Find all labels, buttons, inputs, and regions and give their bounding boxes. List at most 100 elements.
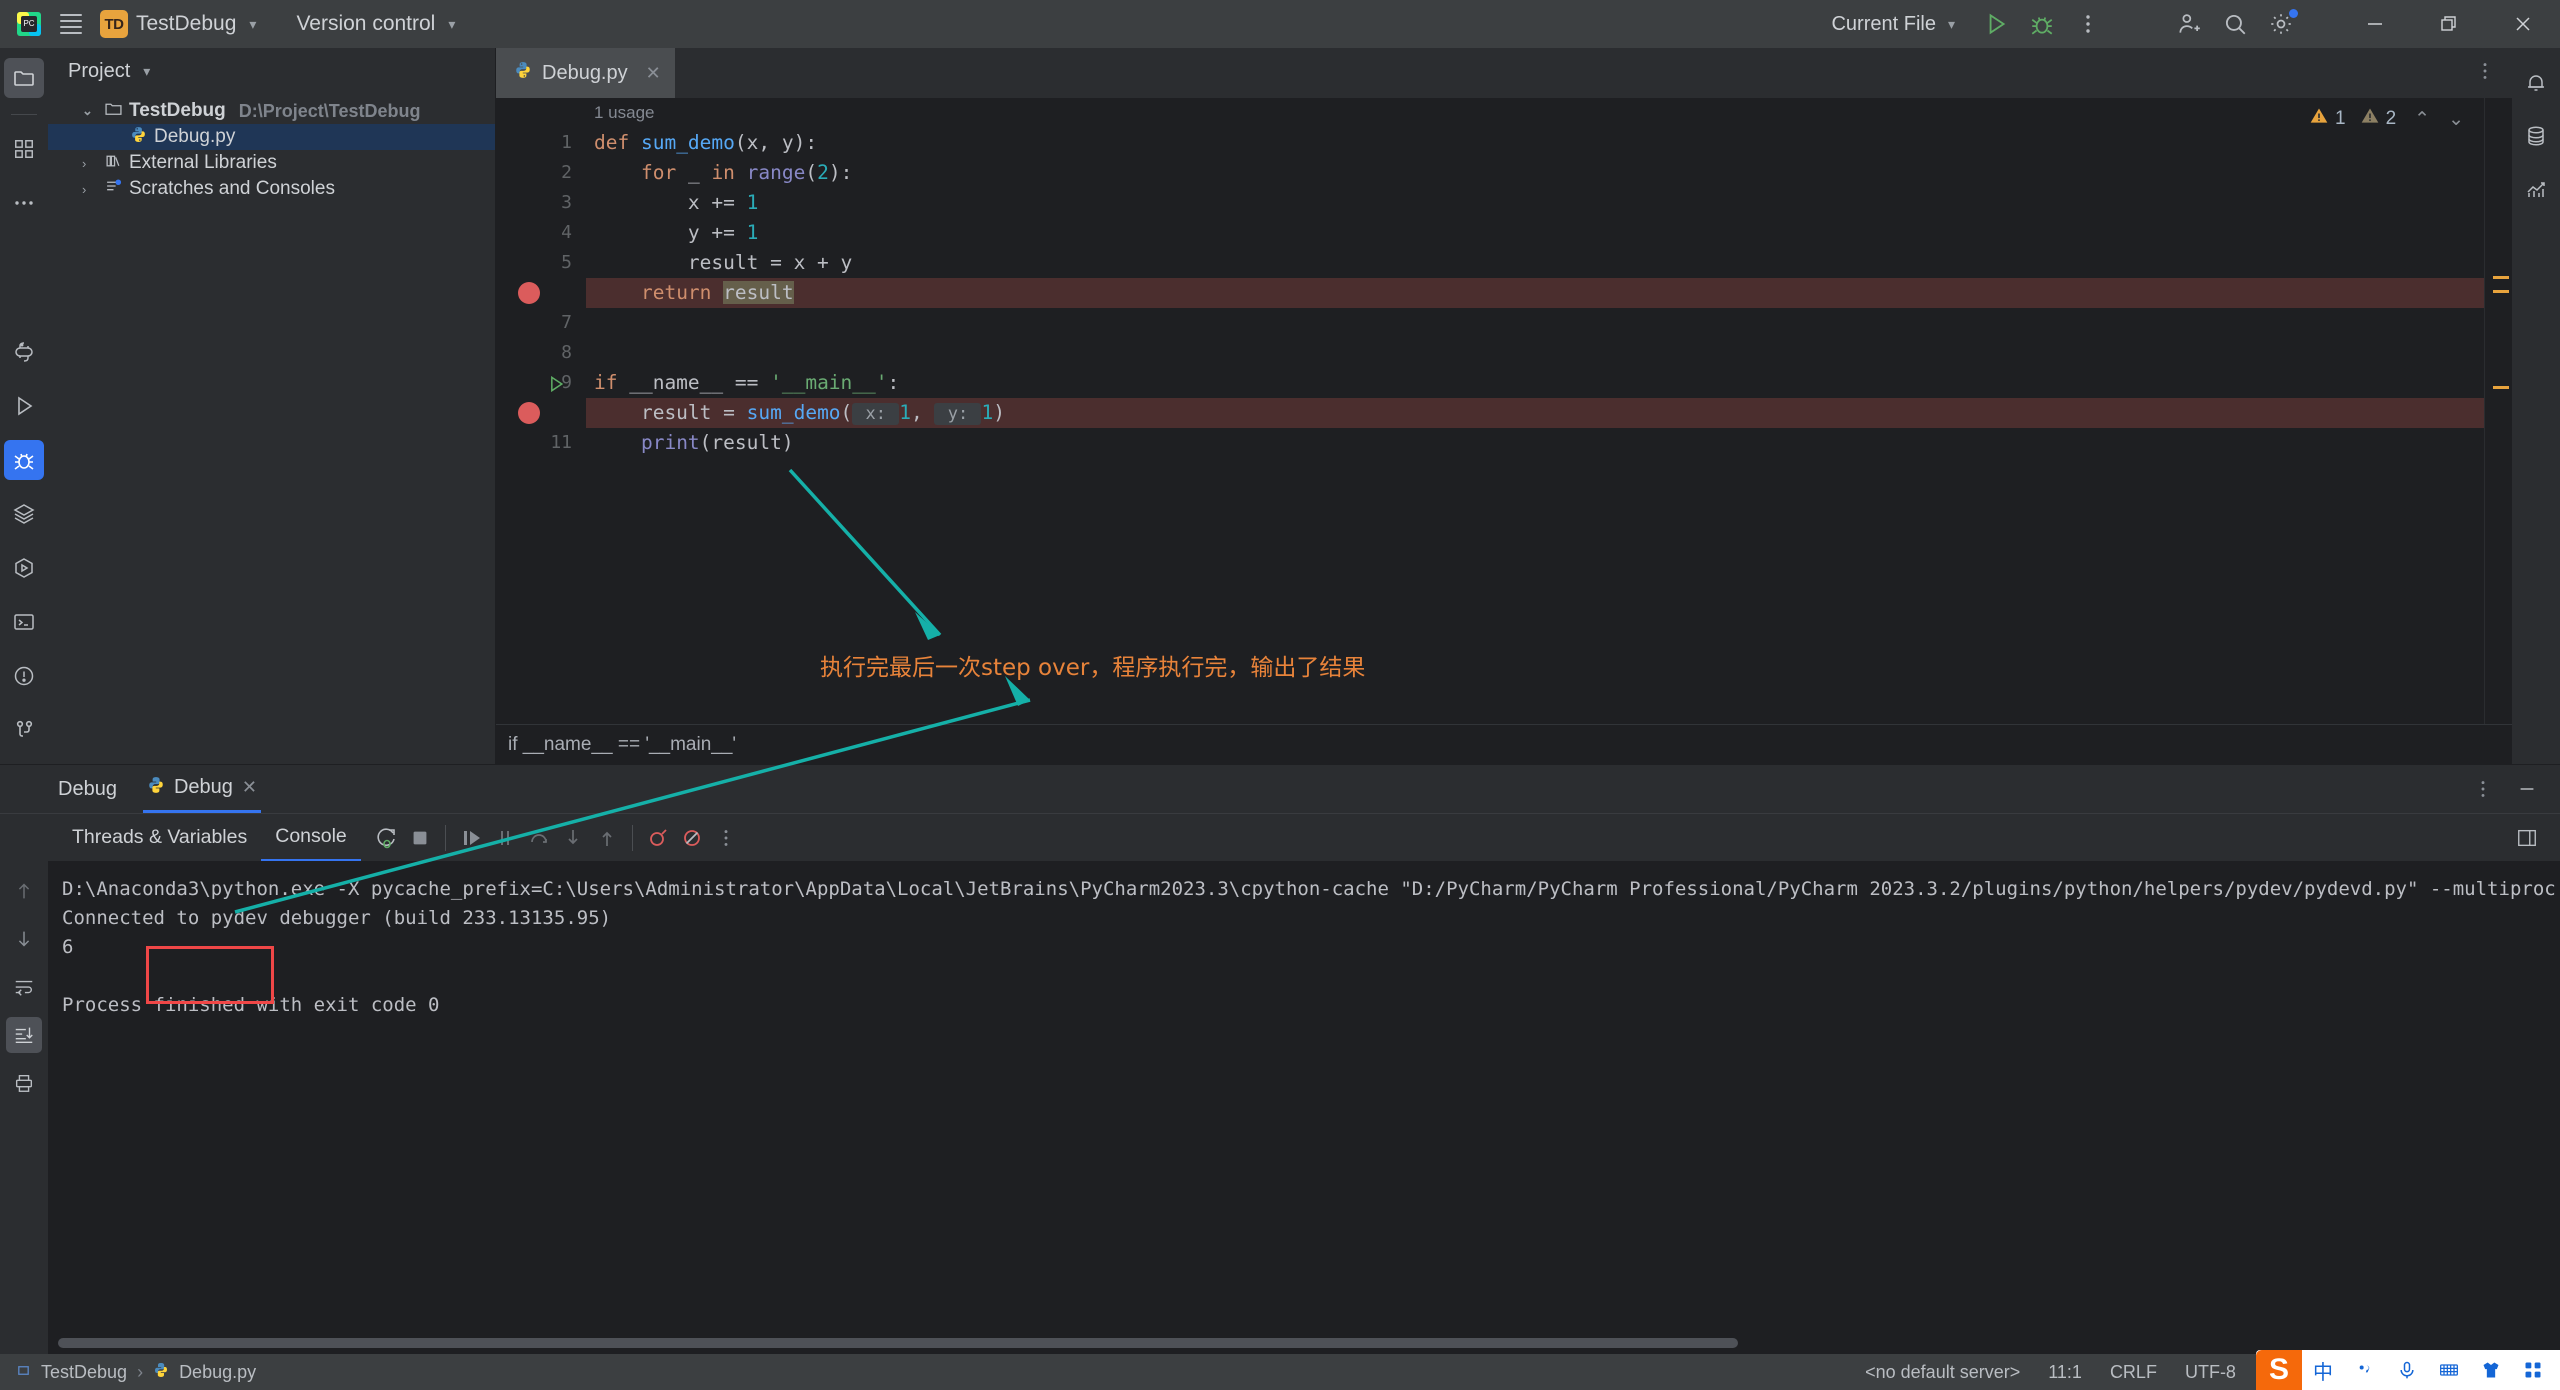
breadcrumb[interactable]: if __name__ == '__main__' bbox=[496, 724, 2512, 764]
status-caret-position[interactable]: 11:1 bbox=[2048, 1362, 2082, 1383]
main-menu-button[interactable] bbox=[58, 11, 84, 37]
rerun-icon[interactable] bbox=[369, 821, 403, 855]
more-vertical-icon[interactable] bbox=[2474, 60, 2496, 87]
code-line[interactable]: result = sum_demo( x: 1, y: 1) bbox=[586, 398, 2484, 428]
code-line[interactable]: x += 1 bbox=[586, 188, 2484, 218]
tree-item-external-libraries[interactable]: › External Libraries bbox=[48, 150, 495, 176]
console-output[interactable]: D:\Anaconda3\python.exe -X pycache_prefi… bbox=[48, 861, 2560, 1354]
status-line-separator[interactable]: CRLF bbox=[2110, 1362, 2157, 1383]
ime-voice-input[interactable] bbox=[2386, 1350, 2428, 1390]
code-line[interactable] bbox=[586, 338, 2484, 368]
chevron-right-icon[interactable]: › bbox=[82, 156, 98, 171]
close-icon[interactable]: ✕ bbox=[646, 63, 661, 84]
profiler-chart-icon[interactable] bbox=[2516, 170, 2556, 210]
python-console-icon[interactable] bbox=[4, 332, 44, 372]
pause-program-icon[interactable] bbox=[488, 821, 522, 855]
more-actions-button[interactable] bbox=[2065, 0, 2111, 48]
tree-item-debug-py[interactable]: Debug.py bbox=[48, 124, 495, 150]
project-panel-header[interactable]: Project ▾ bbox=[48, 48, 495, 94]
ime-skin[interactable] bbox=[2470, 1350, 2512, 1390]
sidebar-item-structure[interactable] bbox=[4, 129, 44, 169]
add-account-icon[interactable] bbox=[2166, 0, 2212, 48]
code-line[interactable]: for _ in range(2): bbox=[586, 158, 2484, 188]
code-line[interactable]: if __name__ == '__main__': bbox=[586, 368, 2484, 398]
tree-item-testdebug[interactable]: ⌄ TestDebug D:\Project\TestDebug bbox=[48, 98, 495, 124]
stop-icon[interactable] bbox=[403, 821, 437, 855]
chevron-right-icon[interactable]: › bbox=[82, 182, 98, 197]
tab-console[interactable]: Console bbox=[261, 814, 361, 862]
debug-panel-options-icon[interactable] bbox=[2466, 772, 2500, 806]
step-over-icon[interactable] bbox=[522, 821, 556, 855]
code-line[interactable]: result = x + y bbox=[586, 248, 2484, 278]
code-line[interactable]: y += 1 bbox=[586, 218, 2484, 248]
mute-breakpoints-icon[interactable] bbox=[675, 821, 709, 855]
scroll-down-icon[interactable] bbox=[6, 921, 42, 957]
status-default-server[interactable]: <no default server> bbox=[1865, 1362, 2020, 1383]
view-breakpoints-icon[interactable] bbox=[641, 821, 675, 855]
layout-settings-icon[interactable] bbox=[2510, 821, 2544, 855]
editor-error-stripe[interactable] bbox=[2484, 98, 2512, 724]
prev-problem-icon[interactable]: ⌃ bbox=[2414, 108, 2430, 131]
problems-icon[interactable] bbox=[4, 656, 44, 696]
python-packages-icon[interactable] bbox=[4, 548, 44, 588]
code-line[interactable]: print(result) bbox=[586, 428, 2484, 458]
version-control-menu[interactable]: Version control ▾ bbox=[296, 12, 455, 36]
breakpoint-marker[interactable] bbox=[518, 282, 540, 304]
step-into-icon[interactable] bbox=[556, 821, 590, 855]
step-out-icon[interactable] bbox=[590, 821, 624, 855]
minimize-button[interactable] bbox=[2338, 0, 2412, 48]
usage-hint[interactable]: 1 usage bbox=[586, 98, 2484, 128]
inspection-status[interactable]: 1 2 ⌃ ⌄ bbox=[2309, 106, 2464, 132]
run-configuration-selector[interactable]: Current File ▾ bbox=[1831, 13, 1955, 36]
gear-icon[interactable] bbox=[2258, 0, 2304, 48]
notifications-bell-icon[interactable] bbox=[2516, 62, 2556, 102]
chevron-down-icon[interactable]: ⌄ bbox=[82, 103, 98, 119]
code-text-area[interactable]: 1 usage def sum_demo(x, y): for _ in ran… bbox=[586, 98, 2484, 724]
debug-panel-title[interactable]: Debug bbox=[58, 778, 117, 801]
status-crumb-project[interactable]: TestDebug bbox=[41, 1362, 127, 1383]
ime-punctuation-toggle[interactable] bbox=[2344, 1350, 2386, 1390]
project-selector[interactable]: TD TestDebug ▾ bbox=[100, 10, 256, 38]
tab-threads-variables[interactable]: Threads & Variables bbox=[58, 814, 261, 862]
database-icon[interactable] bbox=[2516, 116, 2556, 156]
debug-panel-minimize-icon[interactable] bbox=[2510, 772, 2544, 806]
code-line[interactable] bbox=[586, 308, 2484, 338]
debug-button[interactable] bbox=[2019, 0, 2065, 48]
console-horizontal-scrollbar[interactable] bbox=[58, 1338, 2550, 1348]
print-icon[interactable] bbox=[6, 1065, 42, 1101]
services-layers-icon[interactable] bbox=[4, 494, 44, 534]
next-problem-icon[interactable]: ⌄ bbox=[2448, 108, 2464, 131]
version-control-label: Version control bbox=[296, 12, 436, 35]
code-line[interactable]: def sum_demo(x, y): bbox=[586, 128, 2484, 158]
close-icon[interactable]: ✕ bbox=[242, 777, 257, 798]
status-file-encoding[interactable]: UTF-8 bbox=[2185, 1362, 2236, 1383]
code-line[interactable]: return result bbox=[586, 278, 2484, 308]
run-tool-icon[interactable] bbox=[4, 386, 44, 426]
terminal-icon[interactable] bbox=[4, 602, 44, 642]
editor-tab-debug-py[interactable]: Debug.py ✕ bbox=[496, 48, 675, 98]
sidebar-item-project[interactable] bbox=[4, 58, 44, 98]
ime-toolbox[interactable] bbox=[2512, 1350, 2554, 1390]
run-line-gutter-icon[interactable] bbox=[546, 368, 566, 398]
ime-logo-icon[interactable]: S bbox=[2256, 1350, 2302, 1390]
soft-wrap-icon[interactable] bbox=[6, 969, 42, 1005]
editor-gutter[interactable]: 1 2 3 4 5 7 8 9 11 bbox=[496, 98, 586, 724]
ime-keyboard[interactable] bbox=[2428, 1350, 2470, 1390]
debug-tool-icon[interactable] bbox=[4, 440, 44, 480]
sidebar-more-button[interactable] bbox=[4, 183, 44, 223]
code-editor[interactable]: 1 2 3 4 5 7 8 9 11 1 usage def sum_demo(x, y): f… bbox=[496, 98, 2512, 724]
status-crumb-file[interactable]: Debug.py bbox=[179, 1362, 256, 1383]
close-button[interactable] bbox=[2486, 0, 2560, 48]
scroll-to-end-icon[interactable] bbox=[6, 1017, 42, 1053]
version-control-branch-icon[interactable] bbox=[4, 710, 44, 750]
search-icon[interactable] bbox=[2212, 0, 2258, 48]
maximize-button[interactable] bbox=[2412, 0, 2486, 48]
ime-language-toggle[interactable]: 中 bbox=[2302, 1350, 2344, 1390]
scroll-up-icon[interactable] bbox=[6, 873, 42, 909]
more-vertical-icon[interactable] bbox=[709, 821, 743, 855]
tree-item-scratches[interactable]: › Scratches and Consoles bbox=[48, 176, 495, 202]
run-button[interactable] bbox=[1973, 0, 2019, 48]
resume-program-icon[interactable] bbox=[454, 821, 488, 855]
breakpoint-marker[interactable] bbox=[518, 402, 540, 424]
debug-session-tab[interactable]: Debug ✕ bbox=[142, 765, 261, 813]
